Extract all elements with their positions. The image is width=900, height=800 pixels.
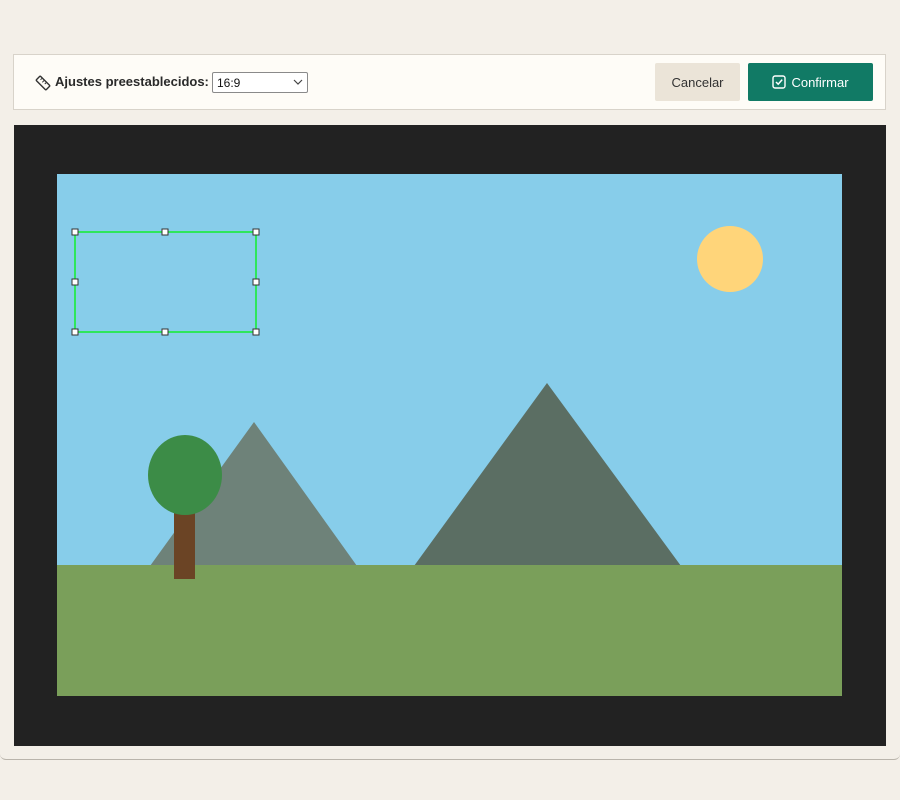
confirm-button[interactable]: Confirmar: [748, 63, 873, 101]
sun: [697, 226, 763, 292]
crop-handle-top[interactable]: [161, 228, 169, 236]
tree-trunk: [174, 509, 195, 579]
tree-foliage: [148, 435, 222, 515]
confirm-button-label: Confirmar: [791, 74, 849, 90]
crop-handle-right[interactable]: [252, 278, 260, 286]
crop-handle-bottom[interactable]: [161, 328, 169, 336]
window-frame: [0, 750, 900, 760]
crop-toolbar: Ajustes preestablecidos: 16:9 Cancelar C…: [13, 54, 886, 110]
crop-handle-top-right[interactable]: [252, 228, 260, 236]
crop-handle-left[interactable]: [71, 278, 79, 286]
crop-handle-top-left[interactable]: [71, 228, 79, 236]
cancel-button-label: Cancelar: [671, 74, 724, 90]
cancel-button[interactable]: Cancelar: [655, 63, 740, 101]
preset-select[interactable]: 16:9: [212, 72, 308, 93]
checkbox-checked-icon: [772, 75, 787, 89]
crop-handle-bottom-left[interactable]: [71, 328, 79, 336]
grass: [57, 565, 842, 696]
crop-canvas: [14, 125, 886, 746]
ruler-icon: [35, 75, 51, 91]
chevron-down-icon: [293, 79, 303, 85]
crop-handle-bottom-right[interactable]: [252, 328, 260, 336]
preset-label: Ajustes preestablecidos:: [55, 74, 209, 89]
image-preview: [57, 174, 842, 696]
preset-select-value: 16:9: [217, 76, 241, 90]
